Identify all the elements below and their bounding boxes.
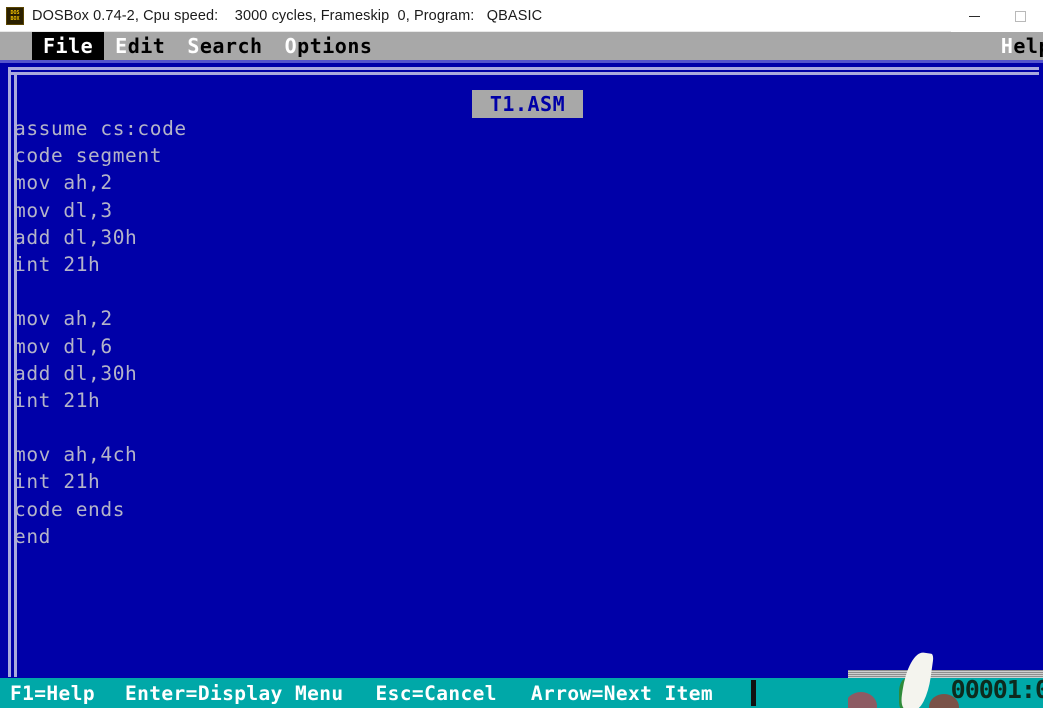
menu-item-search-label: earch [199,34,263,58]
code-line: mov dl,3 [14,198,113,222]
menu-item-options-label: ptions [297,34,373,58]
menu-item-options-accel: O [284,34,298,58]
file-title-label: T1.ASM [489,92,566,116]
code-line: mov ah,4ch [14,443,138,467]
editor-frame-top-gap [4,63,1043,66]
qbasic-menubar: File Edit Search Options Help [0,32,1043,60]
code-line: int 21h [14,252,101,276]
dosbox-icon-line2: BOX [10,15,20,22]
code-line: code segment [14,144,163,168]
status-bar-divider [751,680,757,706]
code-line: add dl,30h [14,361,138,385]
dosbox-icon: DOS BOX [6,6,24,25]
editor-frame-top-2 [8,72,1039,75]
menu-item-help-label: elp [1013,34,1043,58]
minimize-button[interactable] [951,0,997,32]
menu-item-file-accel: F [43,34,56,58]
maximize-icon [1014,10,1026,22]
minimize-icon [968,15,980,17]
window-titlebar[interactable]: DOS BOX DOSBox 0.74-2, Cpu speed: 3000 c… [0,0,1043,32]
menu-item-file[interactable]: File [32,32,105,60]
maximize-button[interactable] [997,0,1043,32]
code-line: int 21h [14,388,101,412]
status-display-menu-key[interactable]: Enter=Display Menu [125,682,344,705]
code-line: add dl,30h [14,225,138,249]
code-line: mov ah,2 [14,171,113,195]
status-next-item-key[interactable]: Arrow=Next Item [531,682,713,705]
menu-item-edit[interactable]: Edit [104,32,176,60]
menu-item-search-accel: S [187,34,200,58]
menu-item-search[interactable]: Search [176,32,273,60]
menu-item-help-accel: H [1000,34,1014,58]
file-title-tab[interactable]: T1.ASM [472,90,583,118]
code-line: mov dl,6 [14,334,113,358]
menu-item-options[interactable]: Options [274,32,384,60]
editor-frame-top-1 [8,67,1039,70]
dos-screen: File Edit Search Options Help T1.ASM ass… [0,32,1043,708]
code-line: end [14,524,52,548]
code-line: assume cs:code [14,117,187,140]
code-line: code ends [14,497,126,521]
status-bar: F1=Help Enter=Display Menu Esc=Cancel Ar… [0,678,1043,708]
code-line: int 21h [14,470,101,494]
code-line: mov ah,2 [14,307,113,331]
menu-item-help[interactable]: Help [1001,32,1043,60]
code-editor-area[interactable]: assume cs:code code segment mov ah,2 mov… [14,115,1038,675]
status-cancel-key[interactable]: Esc=Cancel [376,682,497,705]
editor-frame-left-1 [8,67,11,677]
window-controls [951,0,1043,32]
menu-item-edit-label: dit [127,34,166,58]
status-help-key[interactable]: F1=Help [10,682,95,705]
menu-item-edit-accel: E [115,34,128,58]
menu-item-file-label: ile [55,34,94,58]
dosbox-window: DOS BOX DOSBox 0.74-2, Cpu speed: 3000 c… [0,0,1043,708]
window-title: DOSBox 0.74-2, Cpu speed: 3000 cycles, F… [32,7,543,24]
